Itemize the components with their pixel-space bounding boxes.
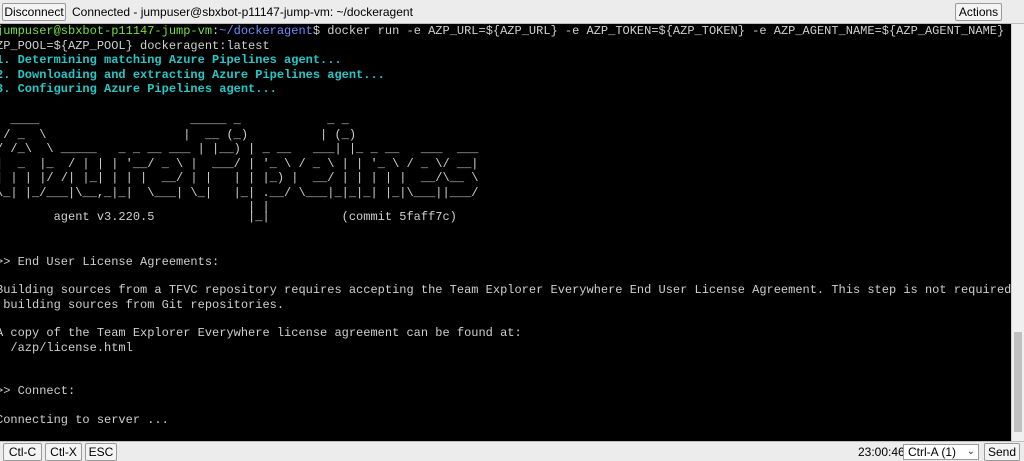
- bottom-toolbar: Ctl-C Ctl-X ESC 23:00:46 Ctrl-A (1) ⌄ Sen…: [0, 441, 1024, 461]
- clock-time: 23:00:46: [858, 445, 905, 459]
- banner-line: | | | |/ /| |_| | | | __/ | | | | |_) | …: [0, 171, 479, 185]
- banner-line: ____ _____ _ _ _: [0, 113, 349, 127]
- ctrl-a-select-value: Ctrl-A (1): [908, 445, 956, 459]
- command-text: $ docker run -e AZP_URL=${AZP_URL} -e AZ…: [312, 24, 1011, 38]
- scrollbar-thumb[interactable]: [1014, 332, 1022, 432]
- banner-line: / /_\ \ _____ _ _ __ ___ | |__) | _ __ _…: [0, 142, 479, 156]
- terminal-scrollbar[interactable]: [1011, 24, 1024, 441]
- license-path: /azp/license.html: [0, 340, 133, 355]
- connecting-text: Connecting to server ...: [0, 413, 169, 427]
- command-line-1: jumpuser@sbxbot-p11147-jump-vm:~/dockera…: [0, 24, 1011, 39]
- connection-status: Connected - jumpuser@sbxbot-p11147-jump-…: [72, 5, 413, 19]
- disconnect-button[interactable]: Disconnect: [2, 3, 66, 21]
- banner-line: \_| |_/___|\__,_|_| \___| \_| |_| .__/ \…: [0, 185, 479, 200]
- step-line-3: 3. Configuring Azure Pipelines agent...: [0, 82, 277, 96]
- esc-button[interactable]: ESC: [85, 443, 117, 461]
- chevron-down-icon: ⌄: [966, 446, 975, 457]
- eula-text-line: building sources from Git repositories.: [0, 297, 285, 312]
- actions-button[interactable]: Actions: [955, 3, 1002, 21]
- top-toolbar: Disconnect Connected - jumpuser@sbxbot-p…: [0, 0, 1024, 24]
- eula-heading: >> End User License Agreements:: [0, 255, 220, 269]
- ctrl-a-select[interactable]: Ctrl-A (1) ⌄: [903, 444, 979, 460]
- ctrl-c-button[interactable]: Ctl-C: [3, 443, 42, 461]
- terminal-output[interactable]: jumpuser@sbxbot-p11147-jump-vm:~/dockera…: [0, 24, 1011, 441]
- prompt-user: jumpuser@sbxbot-p11147-jump-vm: [0, 24, 213, 38]
- command-line-2: ZP_POOL=${AZP_POOL} dockeragent:latest: [0, 38, 270, 53]
- ctrl-x-button[interactable]: Ctl-X: [45, 443, 82, 461]
- step-line-1: 1. Determining matching Azure Pipelines …: [0, 53, 342, 67]
- license-text: A copy of the Team Explorer Everywhere l…: [0, 326, 522, 340]
- agent-version-line: agent v3.220.5 |_| (commit 5faff7c): [0, 210, 457, 224]
- banner-line: / _ \ | __ (_) | (_): [0, 127, 357, 142]
- connect-heading: >> Connect:: [0, 384, 76, 398]
- eula-text-line: Building sources from a TFVC repository …: [0, 283, 1011, 297]
- step-line-2: 2. Downloading and extracting Azure Pipe…: [0, 67, 385, 82]
- banner-line: | _ |_ / | | | '__/ _ \ | ___/ | '_ \ / …: [0, 156, 479, 171]
- prompt-path: ~/dockeragent: [219, 24, 313, 38]
- send-button[interactable]: Send: [984, 443, 1020, 461]
